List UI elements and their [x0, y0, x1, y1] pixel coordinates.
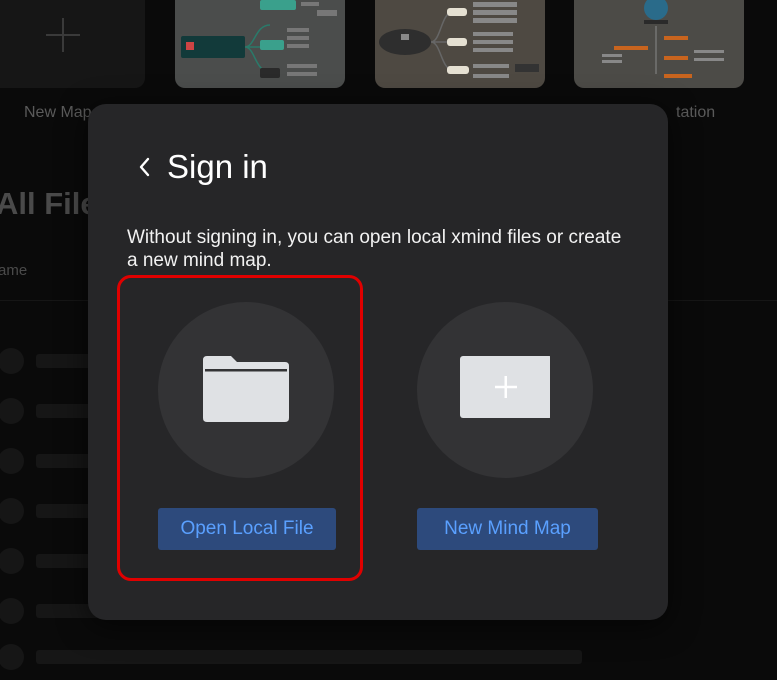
plus-icon [46, 18, 80, 52]
avatar-placeholder [0, 348, 24, 374]
avatar-placeholder [0, 398, 24, 424]
file-row-placeholder [0, 644, 777, 670]
new-mind-map-option: New Mind Map [417, 302, 598, 550]
back-button[interactable] [134, 154, 156, 180]
avatar-placeholder [0, 548, 24, 574]
new-mind-map-button[interactable]: New Mind Map [417, 508, 598, 550]
avatar-placeholder [0, 448, 24, 474]
dialog-title: Sign in [167, 148, 268, 185]
new-map-label: New Map [24, 104, 92, 121]
template-thumbnail-todo-list[interactable] [375, 0, 545, 88]
open-local-file-button[interactable]: Open Local File [158, 508, 336, 550]
template-thumbnail-presentation[interactable] [574, 0, 744, 88]
open-local-file-option: Open Local File [158, 302, 336, 550]
open-local-file-illustration[interactable] [158, 302, 334, 478]
avatar-placeholder [0, 498, 24, 524]
folder-icon [203, 356, 289, 422]
chevron-left-icon [139, 157, 150, 177]
avatar-placeholder [0, 598, 24, 624]
template-thumbnail-take-notes[interactable] [175, 0, 345, 88]
new-map-card[interactable] [0, 0, 145, 88]
text-placeholder [36, 650, 582, 664]
dialog-description: Without signing in, you can open local x… [127, 227, 622, 271]
sign-in-dialog: Sign in Without signing in, you can open… [88, 104, 668, 620]
column-header-name[interactable]: ame [0, 262, 27, 279]
presentation-label: tation [676, 104, 716, 121]
add-map-icon [460, 356, 550, 418]
new-mind-map-illustration[interactable] [417, 302, 593, 478]
avatar-placeholder [0, 644, 24, 670]
